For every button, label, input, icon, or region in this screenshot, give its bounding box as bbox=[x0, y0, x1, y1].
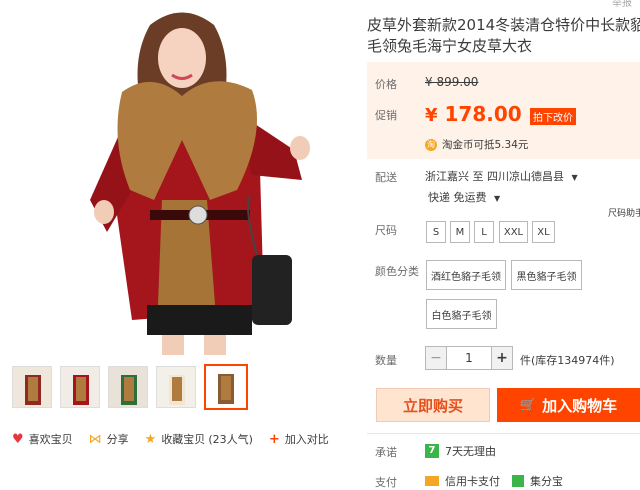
share-action[interactable]: ⋈ 分享 bbox=[89, 431, 129, 447]
product-main-image[interactable] bbox=[12, 0, 347, 355]
promise-item[interactable]: 7 7天无理由 bbox=[425, 443, 496, 459]
divider bbox=[367, 433, 640, 434]
thumbnail-1[interactable] bbox=[12, 366, 52, 408]
collect-action[interactable]: ★ 收藏宝贝 (23人气) bbox=[145, 431, 253, 447]
like-label: 喜欢宝贝 bbox=[28, 433, 73, 446]
credit-card-text: 信用卡支付 bbox=[445, 475, 500, 488]
color-option-black[interactable]: 黑色貉子毛领 bbox=[511, 260, 582, 290]
thumbnail-image bbox=[206, 366, 246, 408]
collect-count: (23人气) bbox=[208, 433, 253, 446]
delivery-route-text: 浙江嘉兴 至 四川凉山德昌县 bbox=[425, 170, 564, 183]
promise-label: 承诺 bbox=[375, 446, 397, 459]
delivery-label: 配送 bbox=[375, 171, 397, 184]
share-icon: ⋈ bbox=[88, 431, 102, 447]
thumbnail-image bbox=[157, 367, 195, 407]
color-option-wine-red[interactable]: 酒红色貉子毛领 bbox=[426, 260, 506, 290]
coin-text: 淘金币可抵5.34元 bbox=[442, 139, 529, 151]
taobao-coin-info: 淘 淘金币可抵5.34元 bbox=[425, 137, 528, 152]
thumbnail-image bbox=[109, 367, 147, 407]
promise-text: 7天无理由 bbox=[445, 445, 496, 458]
product-actions-bar: ♥ 喜欢宝贝 ⋈ 分享 ★ 收藏宝贝 (23人气) + 加入对比 bbox=[12, 431, 345, 447]
size-option-xxl[interactable]: XXL bbox=[499, 221, 528, 243]
chevron-down-icon: ▼ bbox=[494, 194, 501, 203]
shipping-text: 快递 免运费 bbox=[428, 191, 487, 204]
current-price-value: 178.00 bbox=[444, 102, 522, 126]
payment-methods: 信用卡支付 集分宝 bbox=[425, 473, 563, 489]
price-change-tag: 拍下改价 bbox=[530, 108, 576, 125]
color-option-white[interactable]: 白色貉子毛领 bbox=[426, 299, 497, 329]
thumbnail-2[interactable] bbox=[60, 366, 100, 408]
jifenbao-text: 集分宝 bbox=[530, 475, 563, 488]
add-to-cart-label: 加入购物车 bbox=[542, 396, 618, 415]
thumbnail-image bbox=[61, 367, 99, 407]
quantity-stepper: − 1 + bbox=[425, 346, 513, 370]
promo-label: 促销 bbox=[375, 109, 397, 122]
like-action[interactable]: ♥ 喜欢宝贝 bbox=[12, 431, 73, 447]
plus-icon: + bbox=[268, 431, 280, 447]
coin-icon: 淘 bbox=[425, 138, 437, 151]
size-option-l[interactable]: L bbox=[474, 221, 494, 243]
current-price: ¥ 178.00 bbox=[425, 102, 522, 126]
collect-label: 收藏宝贝 bbox=[161, 433, 206, 446]
thumbnail-5-selected[interactable] bbox=[204, 364, 248, 410]
report-link[interactable]: 举报 bbox=[612, 0, 632, 9]
jifenbao-icon bbox=[512, 475, 524, 487]
star-icon: ★ bbox=[144, 431, 157, 447]
compare-action[interactable]: + 加入对比 bbox=[269, 431, 329, 447]
quantity-minus-button[interactable]: − bbox=[425, 346, 447, 370]
shipping-method[interactable]: 快递 免运费 ▼ bbox=[428, 189, 500, 205]
product-title: 皮草外套新款2014冬装清仓特价中长款貂子 毛领兔毛海宁女皮草大衣 bbox=[367, 15, 640, 57]
quantity-input[interactable]: 1 bbox=[447, 346, 491, 370]
buy-now-button[interactable]: 立即购买 bbox=[376, 388, 490, 422]
size-option-s[interactable]: S bbox=[426, 221, 446, 243]
chevron-down-icon: ▼ bbox=[571, 173, 578, 182]
seven-day-icon: 7 bbox=[425, 444, 439, 458]
add-to-cart-button[interactable]: 🛒 加入购物车 bbox=[497, 388, 640, 422]
compare-label: 加入对比 bbox=[284, 433, 329, 446]
model-in-fur-coat-image bbox=[12, 0, 347, 355]
thumbnail-4[interactable] bbox=[156, 366, 196, 408]
size-helper-link[interactable]: 尺码助手 bbox=[608, 206, 640, 219]
credit-card-icon bbox=[425, 476, 439, 486]
delivery-route[interactable]: 浙江嘉兴 至 四川凉山德昌县 ▼ bbox=[425, 168, 578, 184]
color-label: 颜色分类 bbox=[375, 265, 419, 278]
size-option-m[interactable]: M bbox=[450, 221, 470, 243]
cart-icon: 🛒 bbox=[519, 397, 537, 413]
orig-price-label: 价格 bbox=[375, 78, 397, 91]
heart-icon: ♥ bbox=[12, 431, 24, 447]
product-title-line2: 毛领兔毛海宁女皮草大衣 bbox=[367, 37, 533, 55]
quantity-plus-button[interactable]: + bbox=[491, 346, 513, 370]
payment-label: 支付 bbox=[375, 476, 397, 489]
share-label: 分享 bbox=[106, 433, 129, 446]
orig-price-value: ¥ 899.00 bbox=[425, 75, 479, 89]
product-title-line1: 皮草外套新款2014冬装清仓特价中长款貂子 bbox=[367, 16, 640, 34]
thumbnail-3[interactable] bbox=[108, 366, 148, 408]
stock-info: 件(库存134974件) bbox=[520, 354, 615, 367]
size-option-xl[interactable]: XL bbox=[532, 221, 555, 243]
quantity-label: 数量 bbox=[375, 354, 397, 367]
thumbnail-strip bbox=[12, 364, 248, 410]
thumbnail-image bbox=[13, 367, 51, 407]
currency-symbol: ¥ bbox=[425, 105, 438, 126]
size-label: 尺码 bbox=[375, 224, 397, 237]
